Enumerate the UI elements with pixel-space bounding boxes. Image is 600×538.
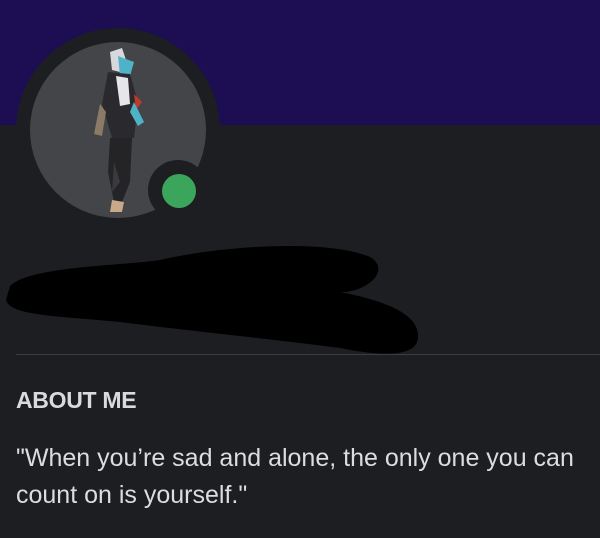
redacted-username-scribble xyxy=(6,245,419,354)
online-status-icon xyxy=(162,174,196,208)
section-divider xyxy=(16,354,600,355)
about-me-heading: ABOUT ME xyxy=(16,387,137,413)
about-me-bio: "When you’re sad and alone, the only one… xyxy=(16,444,574,509)
